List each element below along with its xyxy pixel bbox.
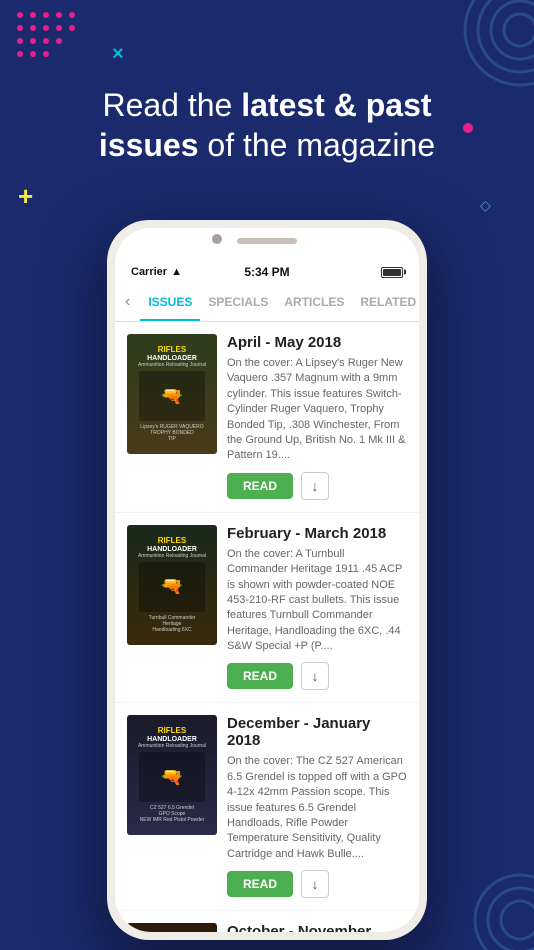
read-button[interactable]: READ [227, 663, 293, 689]
status-bar: Carrier ▲ 5:34 PM [115, 262, 419, 282]
cover-text: Turnbull CommanderHeritageHandloading 6X… [149, 615, 196, 633]
wifi-icon: ▲ [171, 266, 182, 278]
tab-issues[interactable]: ISSUES [140, 282, 200, 321]
issues-list: RIFLESHANDLOADER Ammunition Reloading Jo… [115, 322, 419, 932]
cover-magazine-title: RIFLESHANDLOADER [147, 537, 197, 553]
phone-frame: Carrier ▲ 5:34 PM ‹ ISSUES SPECIALS ARTI… [107, 220, 427, 940]
issue-cover: RIFLESHANDLOADER Ammunition Reloading Jo… [127, 923, 217, 932]
issue-actions: READ ↓ [227, 870, 407, 898]
status-left: Carrier ▲ [131, 266, 182, 278]
list-item: RIFLESHANDLOADER Ammunition Reloading Jo… [115, 703, 419, 911]
time-label: 5:34 PM [244, 265, 289, 279]
download-button[interactable]: ↓ [301, 662, 329, 690]
issue-cover: RIFLESHANDLOADER Ammunition Reloading Jo… [127, 334, 217, 454]
cover-text: CZ 527 6.5 GrendelGPO ScopeNEW IMR Red P… [140, 805, 205, 823]
header-area: Read the latest & pastissues of the maga… [0, 0, 534, 230]
list-item: RIFLESHANDLOADER Ammunition Reloading Jo… [115, 911, 419, 932]
download-button[interactable]: ↓ [301, 472, 329, 500]
issue-info: April - May 2018 On the cover: A Lipsey'… [227, 334, 407, 500]
carrier-label: Carrier [131, 266, 167, 278]
read-button[interactable]: READ [227, 473, 293, 499]
issue-actions: READ ↓ [227, 472, 407, 500]
read-button[interactable]: READ [227, 871, 293, 897]
cover-magazine-subtitle: Ammunition Reloading Journal [138, 553, 206, 559]
cover-text: Lipsey's RUGER VAQUEROTROPHY BONDEDTIP [140, 424, 203, 442]
battery-fill [383, 269, 401, 276]
nav-back-button[interactable]: ‹ [115, 293, 140, 311]
issue-title: April - May 2018 [227, 334, 407, 351]
tab-related[interactable]: RELATED [352, 282, 419, 321]
issue-description: On the cover: A Turnbull Commander Herit… [227, 547, 407, 655]
issue-cover: RIFLESHANDLOADER Ammunition Reloading Jo… [127, 525, 217, 645]
issue-info: December - January 2018 On the cover: Th… [227, 715, 407, 898]
list-item: RIFLESHANDLOADER Ammunition Reloading Jo… [115, 513, 419, 704]
cover-magazine-title: RIFLESHANDLOADER [147, 727, 197, 743]
tab-articles[interactable]: ARTICLES [276, 282, 352, 321]
nav-tabs: ‹ ISSUES SPECIALS ARTICLES RELATED [115, 282, 419, 322]
issue-info: October - November 2017 [227, 923, 407, 932]
issue-title: December - January 2018 [227, 715, 407, 749]
issue-title: February - March 2018 [227, 525, 407, 542]
status-right [381, 267, 403, 278]
cover-magazine-title: RIFLESHANDLOADER [147, 346, 197, 362]
cover-image: 🔫 [139, 752, 205, 802]
issue-description: On the cover: A Lipsey's Ruger New Vaque… [227, 356, 407, 464]
phone-speaker [237, 238, 297, 244]
download-button[interactable]: ↓ [301, 870, 329, 898]
tab-specials[interactable]: SPECIALS [200, 282, 276, 321]
cover-magazine-subtitle: Ammunition Reloading Journal [138, 743, 206, 749]
issue-info: February - March 2018 On the cover: A Tu… [227, 525, 407, 691]
issue-cover: RIFLESHANDLOADER Ammunition Reloading Jo… [127, 715, 217, 835]
list-item: RIFLESHANDLOADER Ammunition Reloading Jo… [115, 322, 419, 513]
phone-camera [212, 234, 222, 244]
issue-title: October - November 2017 [227, 923, 407, 932]
cover-magazine-subtitle: Ammunition Reloading Journal [138, 362, 206, 368]
header-title: Read the latest & pastissues of the maga… [99, 85, 435, 165]
issue-actions: READ ↓ [227, 662, 407, 690]
issue-description: On the cover: The CZ 527 American 6.5 Gr… [227, 754, 407, 862]
phone-inner: Carrier ▲ 5:34 PM ‹ ISSUES SPECIALS ARTI… [115, 228, 419, 932]
battery-icon [381, 267, 403, 278]
cover-image: 🔫 [139, 562, 205, 612]
cover-image: 🔫 [139, 371, 205, 421]
